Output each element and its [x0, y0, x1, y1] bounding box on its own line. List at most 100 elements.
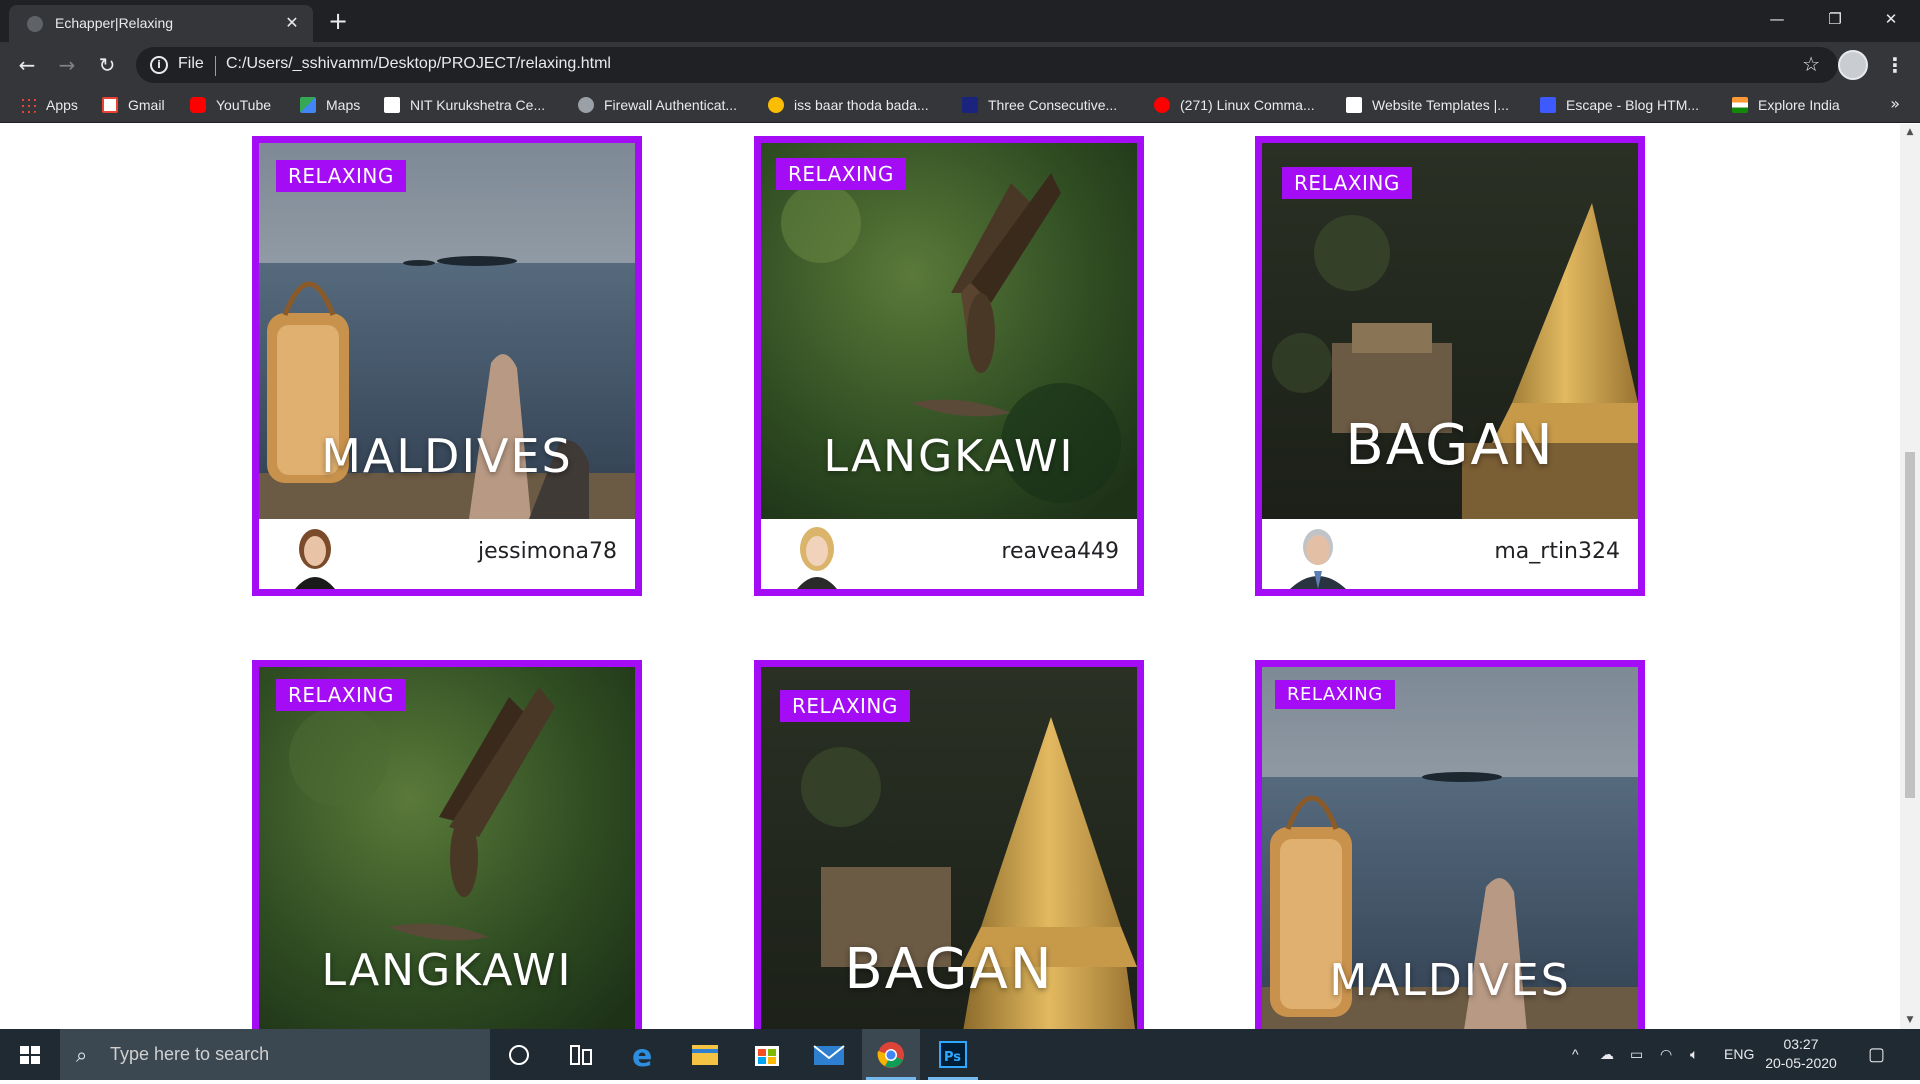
user-avatar	[1278, 523, 1358, 589]
bookmarks-bar: Apps Gmail YouTube Maps NIT Kurukshetra …	[0, 88, 1920, 123]
wix-icon	[1346, 97, 1362, 113]
bookmark-gmail[interactable]: Gmail	[102, 94, 165, 116]
bookmark-youtube[interactable]: YouTube	[190, 94, 271, 116]
globe-icon	[578, 97, 594, 113]
card-place-title: BAGAN	[1345, 413, 1555, 478]
destination-card[interactable]: RELAXING LANGKAWI reavea449	[754, 136, 1144, 596]
mail-icon[interactable]	[800, 1029, 858, 1080]
scrollbar-thumb[interactable]	[1905, 452, 1915, 798]
show-hidden-icons[interactable]: ^	[1572, 1029, 1579, 1080]
apps-grid-icon	[20, 97, 36, 113]
bookmark-linux-commands[interactable]: (271) Linux Comma...	[1154, 94, 1315, 116]
url-scheme: File	[178, 55, 204, 72]
address-bar[interactable]: i File C:/Users/_sshivamm/Desktop/PROJEC…	[136, 47, 1838, 83]
card-photo-maldives: RELAXING MALDIVES	[259, 143, 635, 519]
minimize-button[interactable]: —	[1748, 0, 1806, 38]
browser-menu-icon[interactable]: ⋮	[1882, 50, 1908, 80]
onedrive-icon[interactable]: ☁	[1600, 1029, 1614, 1080]
close-window-button[interactable]: ✕	[1862, 0, 1920, 38]
task-view-icon[interactable]	[552, 1029, 610, 1080]
w-logo-icon	[1540, 97, 1556, 113]
wifi-icon[interactable]: ◠	[1660, 1029, 1672, 1080]
notifications-icon[interactable]: ▢	[1868, 1029, 1885, 1080]
back-button[interactable]: ←	[12, 50, 42, 80]
language-indicator[interactable]: ENG	[1724, 1029, 1754, 1080]
clock-time: 03:27	[1783, 1036, 1819, 1052]
card-username[interactable]: reavea449	[1001, 539, 1119, 564]
tab-title: Echapper|Relaxing	[55, 15, 174, 31]
scroll-down-icon[interactable]: ▼	[1900, 1012, 1920, 1029]
bookmark-label: Explore India	[1758, 97, 1840, 113]
tab-favicon-icon	[27, 16, 43, 32]
taskbar-search-box[interactable]: ⌕ Type here to search	[60, 1029, 490, 1080]
bookmark-label: NIT Kurukshetra Ce...	[410, 97, 546, 113]
card-badge: RELAXING	[776, 158, 906, 190]
bookmark-site-icon	[962, 97, 978, 113]
windows-taskbar: ⌕ Type here to search e Ps ^ ☁ ▭ ◠ 🔈︎ EN…	[0, 1029, 1920, 1080]
smiley-icon	[768, 97, 784, 113]
chrome-icon[interactable]	[862, 1029, 920, 1080]
bookmark-label: Escape - Blog HTM...	[1566, 97, 1700, 113]
restore-button[interactable]: ❐	[1806, 0, 1864, 38]
profile-avatar[interactable]	[1838, 50, 1868, 80]
destination-card[interactable]: RELAXING BAGAN	[754, 660, 1144, 1029]
search-icon: ⌕	[76, 1043, 88, 1067]
bookmark-label: Website Templates |...	[1372, 97, 1509, 113]
destination-card[interactable]: RELAXING BAGAN ma_rtin324	[1255, 136, 1645, 596]
bookmark-explore-india[interactable]: Explore India	[1732, 94, 1840, 116]
cortana-icon[interactable]	[490, 1029, 548, 1080]
bookmark-iss-baar[interactable]: iss baar thoda bada...	[768, 94, 929, 116]
card-username[interactable]: jessimona78	[478, 539, 617, 564]
scroll-up-icon[interactable]: ▲	[1900, 124, 1920, 141]
youtube-icon	[190, 97, 206, 113]
bookmark-label: (271) Linux Comma...	[1180, 97, 1315, 113]
card-username[interactable]: ma_rtin324	[1494, 539, 1620, 564]
store-icon[interactable]	[738, 1029, 796, 1080]
url-text[interactable]: C:/Users/_sshivamm/Desktop/PROJECT/relax…	[226, 55, 611, 73]
bookmarks-overflow-icon[interactable]: »	[1890, 94, 1900, 113]
card-place-title: MALDIVES	[1329, 955, 1571, 1006]
card-photo-langkawi: RELAXING LANGKAWI	[259, 667, 635, 1029]
card-badge: RELAXING	[780, 690, 910, 722]
destination-card[interactable]: RELAXING MALDIVES jessimona78	[252, 136, 642, 596]
svg-text:Ps: Ps	[944, 1050, 961, 1065]
bookmark-escape-blog[interactable]: Escape - Blog HTM...	[1540, 94, 1699, 116]
card-badge: RELAXING	[276, 160, 406, 192]
info-icon[interactable]: i	[150, 56, 168, 74]
bookmark-website-templates[interactable]: Website Templates |...	[1346, 94, 1509, 116]
card-place-title: BAGAN	[844, 937, 1054, 1002]
bookmark-nit-kurukshetra[interactable]: NIT Kurukshetra Ce...	[384, 94, 545, 116]
new-tab-button[interactable]: +	[324, 8, 352, 36]
browser-titlebar: Echapper|Relaxing ✕ + — ❐ ✕	[0, 0, 1920, 42]
bookmark-firewall[interactable]: Firewall Authenticat...	[578, 94, 737, 116]
windows-logo-icon	[20, 1046, 40, 1064]
url-separator	[215, 56, 216, 76]
card-badge: RELAXING	[1282, 167, 1412, 199]
photoshop-icon[interactable]: Ps	[924, 1029, 982, 1080]
bookmark-three-consecutive[interactable]: Three Consecutive...	[962, 94, 1117, 116]
tab-relaxing[interactable]: Echapper|Relaxing ✕	[9, 5, 313, 42]
volume-icon[interactable]: 🔈︎	[1690, 1029, 1698, 1080]
bookmark-star-icon[interactable]: ☆	[1802, 52, 1820, 76]
card-photo-langkawi: RELAXING LANGKAWI	[761, 143, 1137, 519]
reload-button[interactable]: ↻	[92, 50, 122, 80]
start-button[interactable]	[0, 1029, 60, 1080]
tab-close-icon[interactable]: ✕	[281, 12, 303, 34]
bookmark-label: iss baar thoda bada...	[794, 97, 929, 113]
bookmark-maps[interactable]: Maps	[300, 94, 360, 116]
clock-date: 20-05-2020	[1765, 1055, 1837, 1071]
edge-icon[interactable]: e	[614, 1029, 672, 1080]
card-footer: reavea449	[761, 519, 1137, 589]
card-footer: jessimona78	[259, 519, 635, 589]
file-explorer-icon[interactable]	[676, 1029, 734, 1080]
destination-card[interactable]: RELAXING LANGKAWI	[252, 660, 642, 1029]
taskbar-clock[interactable]: 03:27 20-05-2020	[1762, 1035, 1840, 1073]
card-photo-maldives: RELAXING MALDIVES	[1262, 667, 1638, 1029]
bookmark-apps[interactable]: Apps	[20, 94, 78, 116]
india-flag-icon	[1732, 97, 1748, 113]
destination-card[interactable]: RELAXING MALDIVES	[1255, 660, 1645, 1029]
battery-icon[interactable]: ▭	[1630, 1029, 1643, 1080]
forward-button[interactable]: →	[52, 50, 82, 80]
bookmark-label: Gmail	[128, 97, 165, 113]
page-scrollbar[interactable]: ▲ ▼	[1900, 124, 1920, 1029]
